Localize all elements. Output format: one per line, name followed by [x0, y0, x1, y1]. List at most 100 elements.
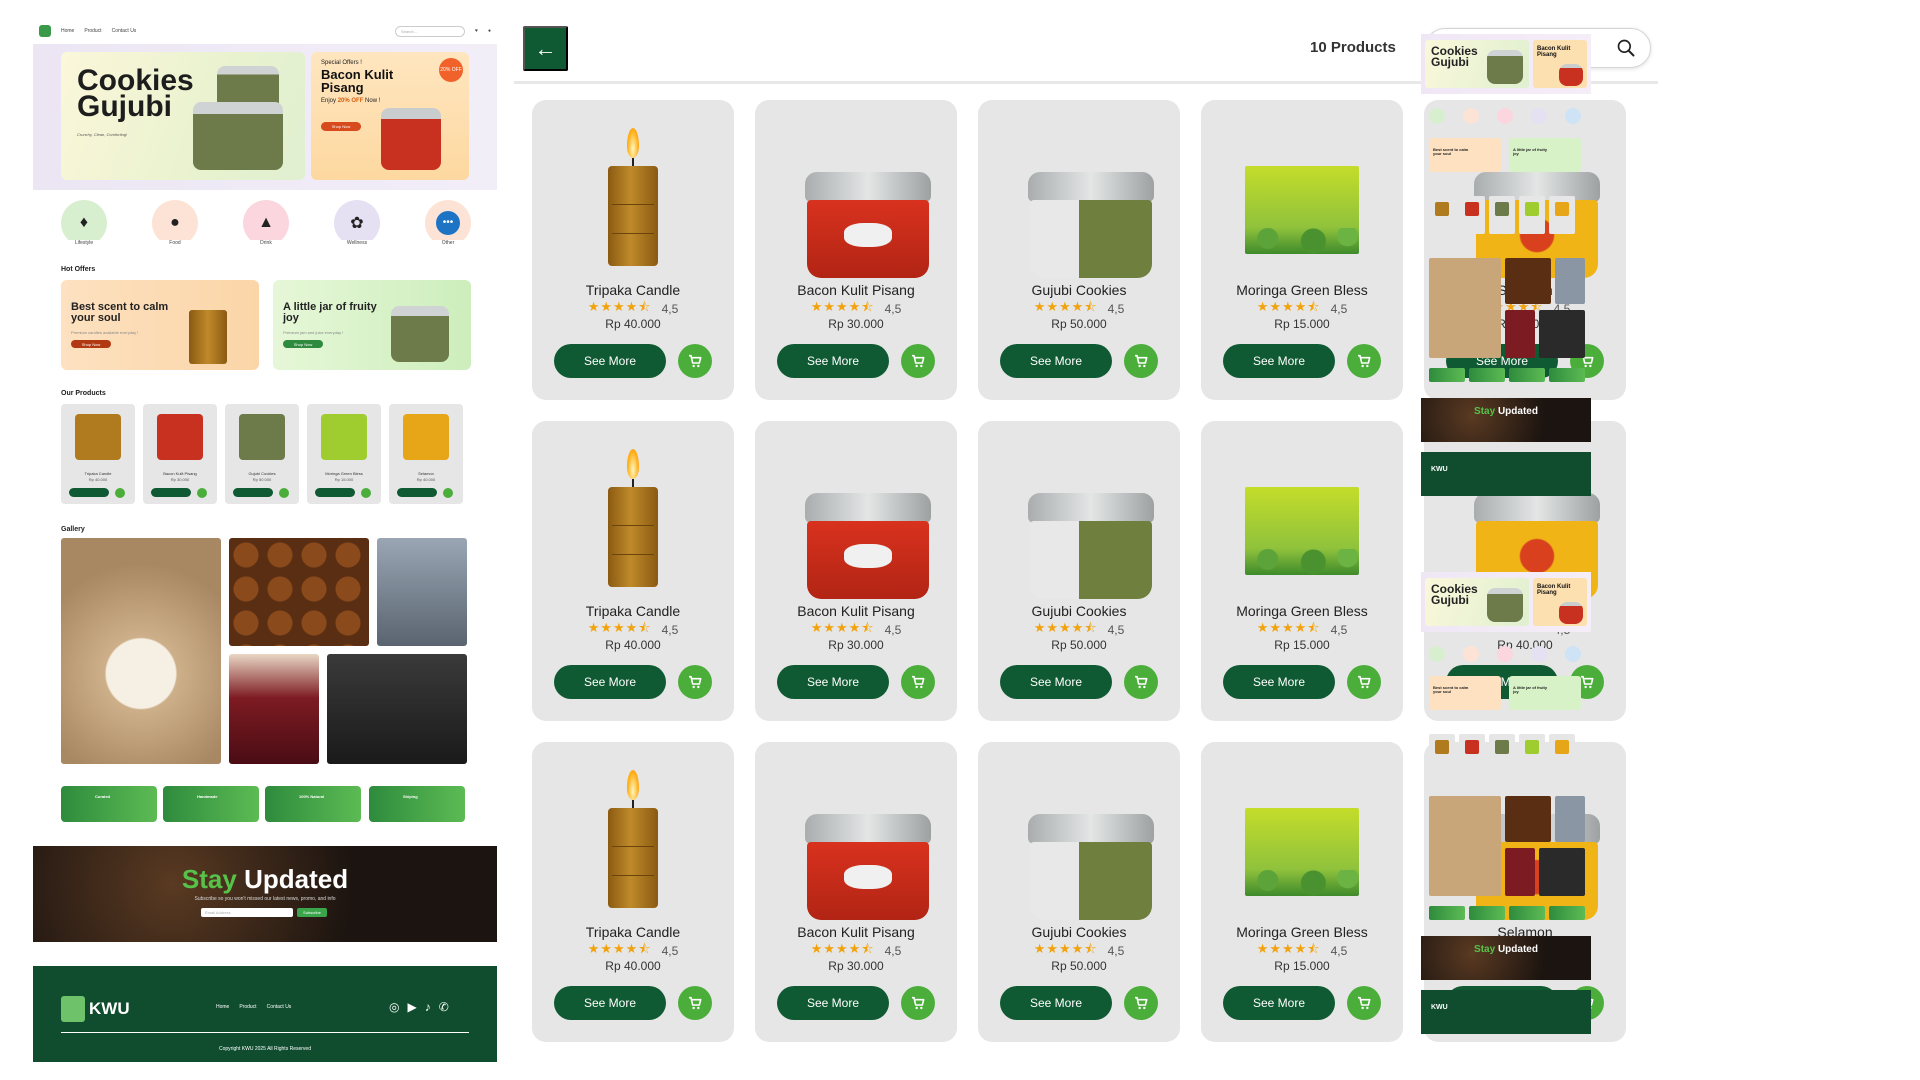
product-image[interactable]	[1024, 441, 1154, 599]
cart-icon[interactable]: ♥	[475, 28, 478, 34]
product-image[interactable]	[578, 762, 688, 912]
product-card[interactable]: Moringa Green Bless ★★★★⯪ 4,5 Rp 15.000 See …	[1201, 742, 1403, 1042]
product-card[interactable]: Gujubi Cookies ★★★★⯪ 4,5 Rp 50.000 See More	[978, 100, 1180, 400]
hot-offer-shop-button[interactable]: Shop Now	[71, 340, 111, 348]
see-more-button[interactable]: See More	[1223, 986, 1335, 1020]
mobile-hot-offer[interactable]: Best scent to calm your soul	[1429, 138, 1501, 172]
mini-see-more-button[interactable]	[397, 488, 437, 497]
nav-contact-link[interactable]: Contact Us	[112, 28, 137, 34]
product-image[interactable]	[578, 120, 688, 270]
whatsapp-icon[interactable]: ✆	[439, 1000, 449, 1014]
hero-card-cookies[interactable]: Cookies Gujubi Crunchy, Clean, Comforting…	[61, 52, 305, 180]
mini-cart-button[interactable]	[115, 488, 125, 498]
see-more-button[interactable]: See More	[554, 665, 666, 699]
product-card[interactable]: Bacon Kulit Pisang ★★★★⯪ 4,5 Rp 30.000 See M…	[755, 100, 957, 400]
mini-product-card[interactable]: Bacon Kulit Pisang Rp 30.000	[143, 404, 217, 504]
hot-offer-shop-button[interactable]: Shop Now	[283, 340, 323, 348]
product-card[interactable]: Tripaka Candle ★★★★⯪ 4,5 Rp 40.000 See More	[532, 100, 734, 400]
mini-see-more-button[interactable]	[233, 488, 273, 497]
tiktok-icon[interactable]: ♪	[425, 1000, 431, 1014]
gallery-cookies-image[interactable]	[229, 538, 369, 646]
mobile-hot-offer[interactable]: Best scent to calm your soul	[1429, 676, 1501, 710]
product-image[interactable]	[801, 441, 931, 599]
mobile-hot-offer[interactable]: A little jar of fruity joy	[1509, 138, 1581, 172]
add-to-cart-button[interactable]	[1124, 986, 1158, 1020]
back-button[interactable]: ←	[523, 26, 568, 71]
instagram-icon[interactable]: ◎	[389, 1000, 399, 1014]
category-drink[interactable]: ▲ Drink	[243, 200, 289, 246]
search-icon[interactable]	[1616, 38, 1636, 58]
mini-product-card[interactable]: Moringa Green Bless Rp 15.000	[307, 404, 381, 504]
add-to-cart-button[interactable]	[678, 665, 712, 699]
mini-see-more-button[interactable]	[315, 488, 355, 497]
product-image[interactable]	[1024, 120, 1154, 278]
product-card[interactable]: Gujubi Cookies ★★★★⯪ 4,5 Rp 50.000 See More	[978, 421, 1180, 721]
product-image[interactable]	[1245, 762, 1359, 912]
add-to-cart-button[interactable]	[901, 344, 935, 378]
product-image[interactable]	[1245, 120, 1359, 270]
hot-offer-jar[interactable]: A little jar of fruity joy Premium jam a…	[273, 280, 471, 370]
category-lifestyle[interactable]: ♦ Lifestyle	[61, 200, 107, 246]
see-more-button[interactable]: See More	[777, 344, 889, 378]
footer-home-link[interactable]: Home	[216, 1004, 229, 1010]
newsletter-email-input[interactable]: Email Address	[201, 908, 293, 917]
product-image[interactable]	[1024, 762, 1154, 920]
product-card[interactable]: Tripaka Candle ★★★★⯪ 4,5 Rp 40.000 See More	[532, 421, 734, 721]
product-card[interactable]: Moringa Green Bless ★★★★⯪ 4,5 Rp 15.000 See …	[1201, 100, 1403, 400]
see-more-button[interactable]: See More	[1000, 986, 1112, 1020]
mini-cart-button[interactable]	[361, 488, 371, 498]
add-to-cart-button[interactable]	[1124, 665, 1158, 699]
add-to-cart-button[interactable]	[678, 344, 712, 378]
subscribe-button[interactable]: Subscribe	[297, 908, 327, 917]
mini-product-card[interactable]: Gujubi Cookies Rp 50.000	[225, 404, 299, 504]
mini-see-more-button[interactable]	[69, 488, 109, 497]
hero-offer-card[interactable]: Special Offers ! Bacon Kulit Pisang Enjo…	[311, 52, 469, 180]
see-more-button[interactable]: See More	[554, 986, 666, 1020]
see-more-button[interactable]: See More	[1000, 344, 1112, 378]
add-to-cart-button[interactable]	[678, 986, 712, 1020]
add-to-cart-button[interactable]	[1124, 344, 1158, 378]
home-search-input[interactable]: Search...	[395, 25, 465, 37]
mini-cart-button[interactable]	[443, 488, 453, 498]
product-image[interactable]	[801, 120, 931, 278]
add-to-cart-button[interactable]	[1347, 665, 1381, 699]
see-more-button[interactable]: See More	[777, 986, 889, 1020]
mini-cart-button[interactable]	[279, 488, 289, 498]
kwu-logo-icon[interactable]	[39, 25, 51, 37]
see-more-button[interactable]: See More	[1223, 665, 1335, 699]
see-more-button[interactable]: See More	[1000, 665, 1112, 699]
hot-offer-candle[interactable]: Best scent to calm your soul Premium can…	[61, 280, 259, 370]
mini-see-more-button[interactable]	[151, 488, 191, 497]
mini-product-card[interactable]: Tripaka Candle Rp 40.000	[61, 404, 135, 504]
nav-home-link[interactable]: Home	[61, 28, 74, 34]
footer-contact-link[interactable]: Contact Us	[267, 1004, 292, 1010]
mobile-hot-offer[interactable]: A little jar of fruity joy	[1509, 676, 1581, 710]
gallery-candle-image[interactable]	[61, 538, 221, 764]
category-food[interactable]: ● Food	[152, 200, 198, 246]
user-icon[interactable]: ●	[488, 28, 491, 34]
gallery-tea-image[interactable]	[377, 538, 467, 646]
product-image[interactable]	[578, 441, 688, 591]
product-image[interactable]	[1245, 441, 1359, 591]
see-more-button[interactable]: See More	[554, 344, 666, 378]
gallery-onigiri-image[interactable]	[327, 654, 467, 764]
product-image[interactable]	[801, 762, 931, 920]
see-more-button[interactable]: See More	[777, 665, 889, 699]
product-card[interactable]: Gujubi Cookies ★★★★⯪ 4,5 Rp 50.000 See More	[978, 742, 1180, 1042]
product-card[interactable]: Tripaka Candle ★★★★⯪ 4,5 Rp 40.000 See More	[532, 742, 734, 1042]
add-to-cart-button[interactable]	[1347, 986, 1381, 1020]
nav-product-link[interactable]: Product	[84, 28, 101, 34]
product-card[interactable]: Bacon Kulit Pisang ★★★★⯪ 4,5 Rp 30.000 See M…	[755, 421, 957, 721]
shop-now-button[interactable]: Shop Now	[321, 122, 361, 131]
category-other[interactable]: ••• Other	[425, 200, 471, 246]
mini-product-card[interactable]: Selamon Rp 40.000	[389, 404, 463, 504]
add-to-cart-button[interactable]	[901, 986, 935, 1020]
see-more-button[interactable]: See More	[1223, 344, 1335, 378]
product-card[interactable]: Bacon Kulit Pisang ★★★★⯪ 4,5 Rp 30.000 See M…	[755, 742, 957, 1042]
youtube-icon[interactable]: ▶	[407, 1000, 416, 1014]
gallery-jam-image[interactable]	[229, 654, 319, 764]
footer-product-link[interactable]: Product	[239, 1004, 256, 1010]
footer-logo[interactable]: KWU	[61, 996, 130, 1022]
add-to-cart-button[interactable]	[1347, 344, 1381, 378]
category-wellness[interactable]: ✿ Wellness	[334, 200, 380, 246]
